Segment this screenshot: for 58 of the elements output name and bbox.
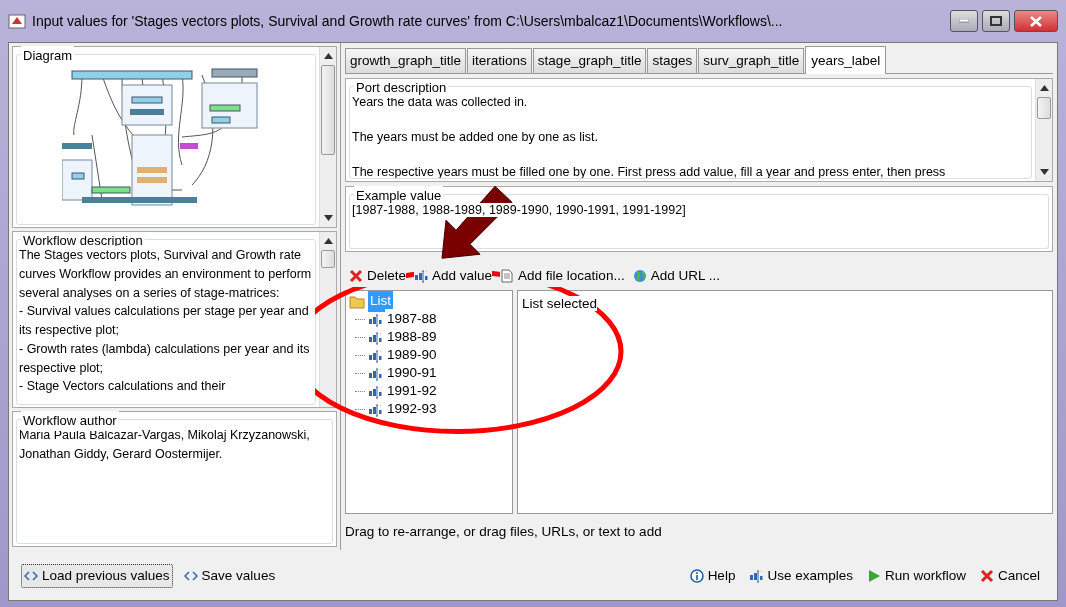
close-icon <box>1030 15 1042 27</box>
minimize-icon <box>959 19 969 23</box>
maximize-button[interactable] <box>982 10 1010 32</box>
footer-button[interactable]: Save values <box>180 563 279 588</box>
scroll-down-icon <box>323 215 333 221</box>
cancel-icon <box>979 568 994 583</box>
panel-title: Diagram <box>21 46 75 66</box>
footer-button[interactable]: Use examples <box>746 563 856 588</box>
minimize-button[interactable] <box>950 10 978 32</box>
tab[interactable]: growth_graph_title <box>345 48 467 74</box>
play-icon <box>866 568 881 583</box>
hint-text: Drag to re-arrange, or drag files, URLs, or text to add <box>345 523 662 539</box>
toolbar-button[interactable]: Add file location... <box>500 266 625 287</box>
scroll-thumb[interactable] <box>1037 97 1051 120</box>
text-value-icon <box>368 312 382 327</box>
text-value-icon <box>368 384 382 399</box>
text-value-icon <box>749 568 764 583</box>
scroll-up-icon <box>323 53 333 59</box>
scrollbar[interactable] <box>319 47 336 227</box>
panel-title: Workflow author <box>21 411 119 431</box>
scroll-thumb[interactable] <box>321 65 335 155</box>
window-title: Input values for 'Stages vectors plots, Survival and Growth rate curves' from C:\Users\mbalcaz1\Documents\Workflows\... <box>32 11 784 31</box>
scroll-thumb[interactable] <box>321 250 335 268</box>
description-text: Years the data was collected in. <box>352 95 529 112</box>
footer-button[interactable]: Help <box>686 563 739 588</box>
text-value-icon <box>368 348 382 363</box>
tab[interactable]: years_label <box>805 46 887 75</box>
scroll-up-icon <box>1039 85 1049 92</box>
scrollbar[interactable] <box>1035 79 1052 182</box>
globe-icon <box>632 269 647 284</box>
scroll-up-icon <box>323 238 333 244</box>
text-value-icon <box>368 366 382 381</box>
tab[interactable]: surv_graph_title <box>698 48 805 74</box>
description-text: - Stage Vectors calculations and their <box>19 377 315 396</box>
maximize-icon <box>990 16 1002 26</box>
footer-button[interactable]: Cancel <box>976 563 1043 588</box>
delete-icon <box>349 269 363 284</box>
scrollbar[interactable] <box>319 232 336 407</box>
chevrons-icon <box>24 568 38 583</box>
description-text: The years must be added one by one as list. <box>352 129 599 146</box>
text-value-icon <box>368 402 382 417</box>
detail-text: List selected <box>522 295 598 311</box>
example-value-text: [1987-1988, 1988-1989, 1989-1990, 1990-1991, 1991-1992] <box>352 203 686 218</box>
panel-title: Example value <box>354 186 444 206</box>
tab[interactable]: iterations <box>467 48 532 74</box>
close-button[interactable] <box>1014 10 1058 32</box>
footer-button[interactable]: Run workflow <box>863 563 969 588</box>
tab[interactable]: stage_graph_title <box>532 48 647 74</box>
chevrons-icon <box>183 568 198 583</box>
file-icon <box>500 269 515 284</box>
app-icon <box>8 12 26 30</box>
info-icon <box>689 568 704 583</box>
scroll-down-icon <box>1039 169 1049 176</box>
text-value-icon <box>414 269 429 284</box>
tab[interactable]: stages <box>647 48 698 74</box>
footer-button[interactable]: Load previous values <box>21 563 173 588</box>
folder-icon <box>349 294 365 309</box>
text-value-icon <box>368 330 382 345</box>
